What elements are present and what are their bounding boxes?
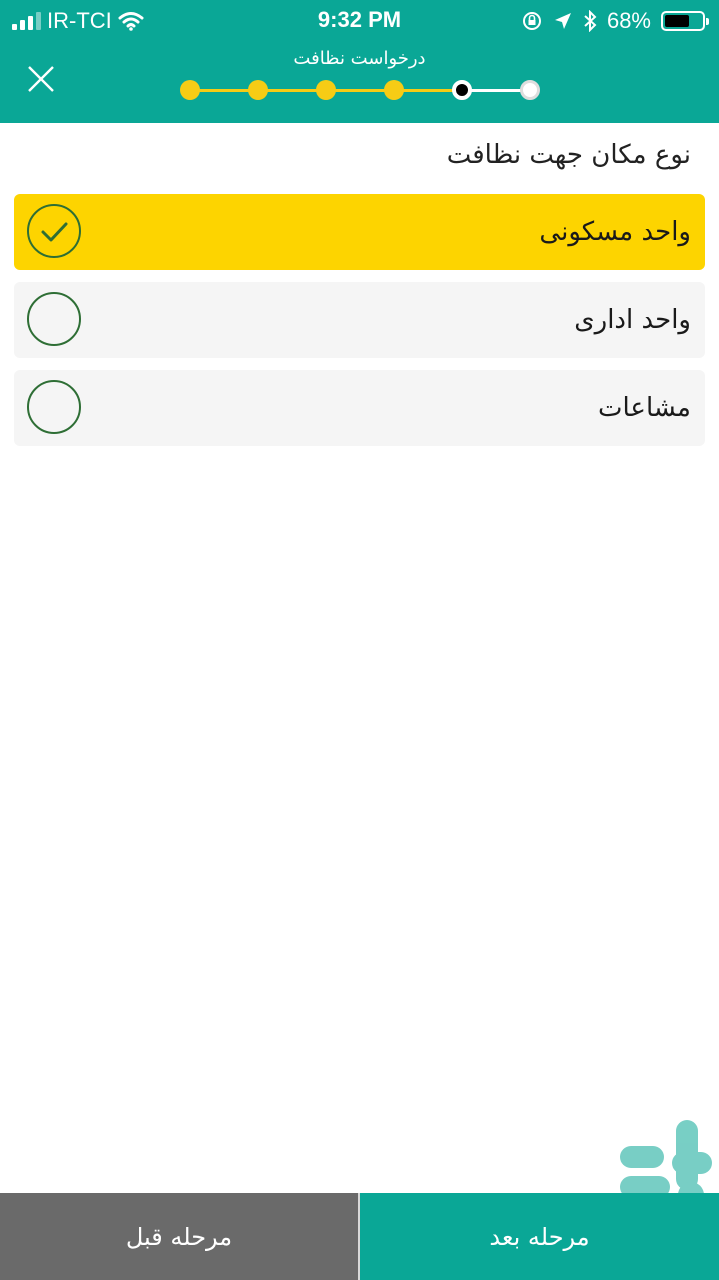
bottom-navigation: مرحله قبل مرحله بعد <box>0 1193 719 1280</box>
option-office[interactable]: واحد اداری <box>14 282 705 358</box>
step-completed-dot <box>248 80 268 100</box>
step-pending-dot <box>520 80 540 100</box>
status-right: 68% <box>521 8 709 34</box>
page-title: درخواست نظافت <box>293 48 426 69</box>
option-label: مشاعات <box>598 393 691 423</box>
radio-check-icon[interactable] <box>27 204 81 258</box>
app-header: IR-TCI 9:32 PM 68% درخواست نظافت <box>0 0 719 123</box>
section-title: نوع مکان جهت نظافت <box>446 140 691 170</box>
radio-icon[interactable] <box>27 380 81 434</box>
step-completed-dot <box>316 80 336 100</box>
previous-step-button[interactable]: مرحله قبل <box>0 1193 360 1280</box>
bluetooth-icon <box>584 10 597 32</box>
option-common-areas[interactable]: مشاعات <box>14 370 705 446</box>
step-progress <box>180 80 540 102</box>
option-label: واحد اداری <box>574 305 691 335</box>
battery-percent: 68% <box>606 8 651 33</box>
step-completed-dot <box>384 80 404 100</box>
step-completed-dot <box>180 80 200 100</box>
radio-icon[interactable] <box>27 292 81 346</box>
option-residential[interactable]: واحد مسکونی <box>14 194 705 270</box>
rotation-lock-icon <box>522 12 541 30</box>
battery-level <box>665 15 689 27</box>
status-bar: IR-TCI 9:32 PM 68% <box>0 0 719 40</box>
step-current-dot <box>452 80 472 100</box>
battery-icon <box>661 11 709 31</box>
location-icon <box>554 13 571 29</box>
next-step-button[interactable]: مرحله بعد <box>360 1193 719 1280</box>
check-icon <box>41 222 68 242</box>
option-label: واحد مسکونی <box>539 217 691 247</box>
